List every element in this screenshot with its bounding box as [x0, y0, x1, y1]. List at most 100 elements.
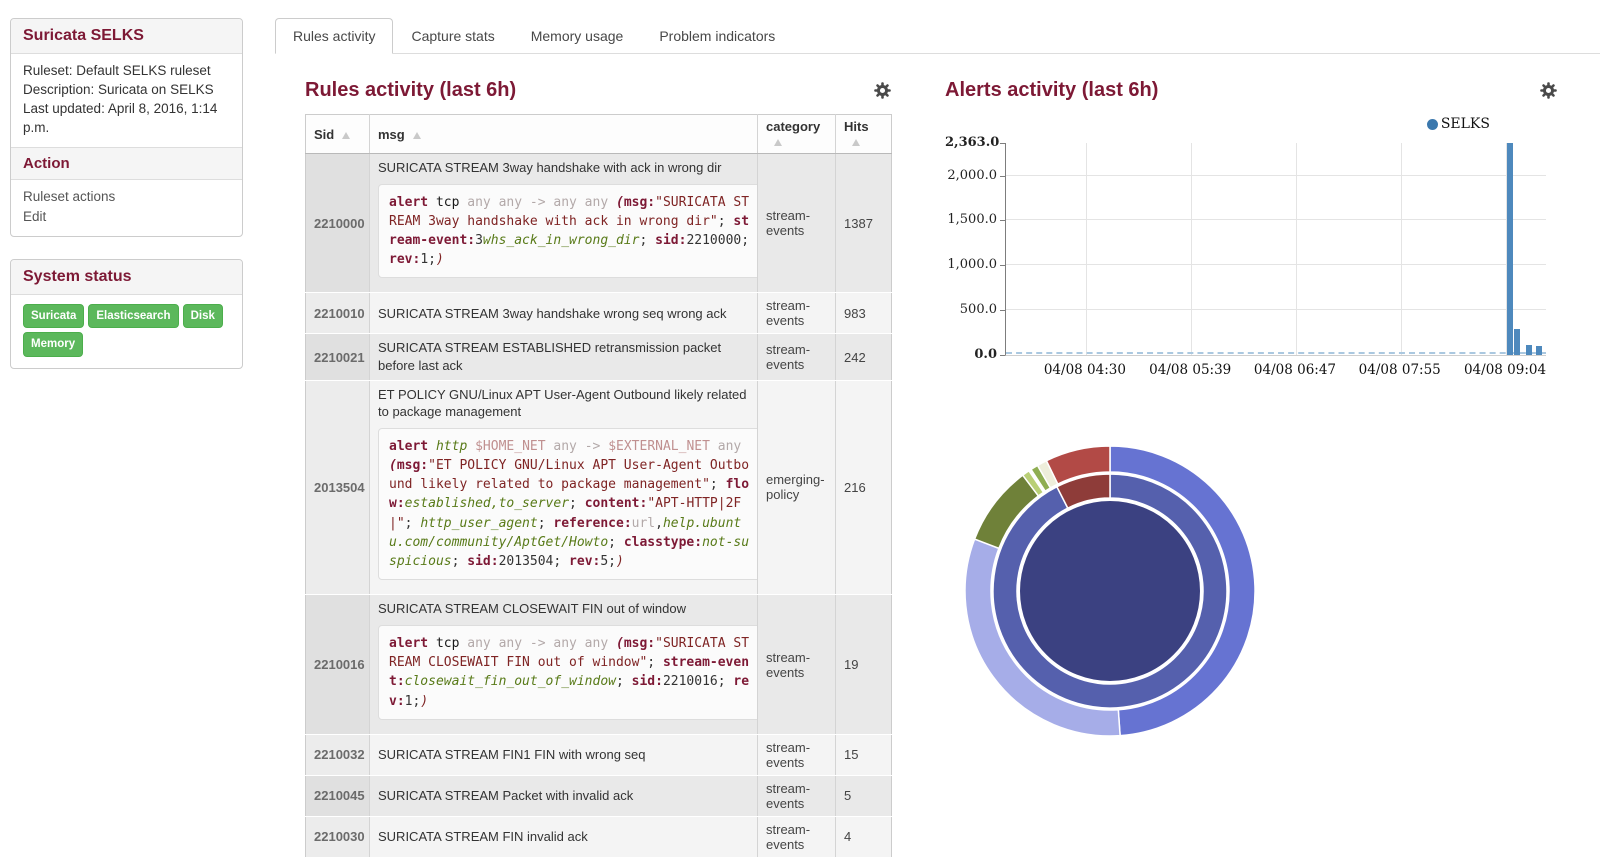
rule-code: alert http $HOME_NET any -> $EXTERNAL_NE… — [378, 428, 762, 581]
action-heading: Action — [11, 147, 242, 180]
rule-msg: ET POLICY GNU/Linux APT User-Agent Outbo… — [370, 380, 758, 595]
y-axis-tick — [1000, 176, 1005, 177]
gridline — [1086, 143, 1087, 355]
alert-bar — [1507, 143, 1513, 355]
alert-bar — [1526, 345, 1532, 355]
x-axis-tick-label: 04/08 04:30 — [1025, 362, 1145, 378]
sort-arrow-icon — [852, 139, 860, 146]
ruleset-line: Ruleset: Default SELKS ruleset — [23, 61, 230, 80]
column-header-category[interactable]: category — [758, 115, 836, 154]
rule-sid: 2210000 — [306, 154, 370, 293]
y-axis-tick-label: 0.0 — [945, 347, 997, 362]
rule-msg: SURICATA STREAM CLOSEWAIT FIN out of win… — [370, 595, 758, 734]
rule-hits: 15 — [836, 734, 892, 775]
rule-msg: SURICATA STREAM 3way handshake wrong seq… — [370, 293, 758, 334]
tab-bar: Rules activity Capture stats Memory usag… — [275, 18, 1600, 54]
gridline — [1401, 143, 1402, 355]
rule-msg: SURICATA STREAM FIN invalid ack — [370, 816, 758, 857]
alerts-settings-gear-icon[interactable] — [1540, 82, 1557, 99]
status-badge: Memory — [23, 332, 83, 356]
rule-title: SURICATA STREAM ESTABLISHED retransmissi… — [378, 339, 749, 374]
rule-sid: 2210045 — [306, 775, 370, 816]
rule-title: SURICATA STREAM Packet with invalid ack — [378, 787, 749, 805]
gridline — [1191, 143, 1192, 355]
gridline — [1006, 175, 1546, 176]
donut-center — [1019, 500, 1201, 682]
gridline — [1006, 264, 1546, 265]
table-row[interactable]: 2013504ET POLICY GNU/Linux APT User-Agen… — [306, 380, 892, 595]
column-header-sid[interactable]: Sid — [306, 115, 370, 154]
rule-category: stream-events — [758, 293, 836, 334]
alert-bar — [1514, 329, 1520, 355]
dashboard-content: Rules activity (last 6h) — [275, 79, 1600, 858]
sort-arrow-icon — [774, 139, 782, 146]
table-row[interactable]: 2210000SURICATA STREAM 3way handshake wi… — [306, 154, 892, 293]
rule-category: stream-events — [758, 595, 836, 734]
y-axis-tick-label: 2,000.0 — [945, 168, 997, 183]
tab-memory-usage[interactable]: Memory usage — [513, 18, 642, 54]
rule-category: stream-events — [758, 775, 836, 816]
rule-hits: 19 — [836, 595, 892, 734]
rule-category: stream-events — [758, 154, 836, 293]
column-header-hits[interactable]: Hits — [836, 115, 892, 154]
sidebar: Suricata SELKS Ruleset: Default SELKS ru… — [10, 18, 243, 858]
status-badge: Elasticsearch — [88, 304, 178, 328]
ruleset-info: Ruleset: Default SELKS ruleset Descripti… — [11, 54, 242, 147]
table-row[interactable]: 2210045 SURICATA STREAM Packet with inval… — [306, 775, 892, 816]
action-links: Ruleset actions Edit — [11, 180, 242, 237]
gridline — [1006, 309, 1546, 310]
column-header-msg[interactable]: msg — [370, 115, 758, 154]
y-axis-tick-label: 1,000.0 — [945, 257, 997, 272]
system-status-title: System status — [11, 260, 242, 295]
y-axis-tick-label: 1,500.0 — [945, 212, 997, 227]
rule-hits: 983 — [836, 293, 892, 334]
rule-code: alert tcp any any -> any any (msg:"SURIC… — [378, 625, 762, 720]
rules-table-header: Sid msg category Hits — [306, 115, 892, 154]
rule-msg: SURICATA STREAM ESTABLISHED retransmissi… — [370, 334, 758, 380]
alerts-activity-section: Alerts activity (last 6h) — [945, 79, 1557, 858]
rule-msg: SURICATA STREAM 3way handshake with ack … — [370, 154, 758, 293]
rule-msg: SURICATA STREAM FIN1 FIN with wrong seq — [370, 734, 758, 775]
table-row[interactable]: 2210032SURICATA STREAM FIN1 FIN with wro… — [306, 734, 892, 775]
y-axis-tick — [1000, 220, 1005, 221]
tab-rules-activity[interactable]: Rules activity — [275, 18, 393, 54]
rule-title: ET POLICY GNU/Linux APT User-Agent Outbo… — [378, 386, 749, 421]
table-row[interactable]: 2210016SURICATA STREAM CLOSEWAIT FIN out… — [306, 595, 892, 734]
edit-link[interactable]: Edit — [23, 207, 230, 227]
alerts-donut-chart — [955, 436, 1557, 751]
table-row[interactable]: 2210010 SURICATA STREAM 3way handshake wr… — [306, 293, 892, 334]
alerts-activity-heading: Alerts activity (last 6h) — [945, 79, 1158, 102]
rules-activity-section: Rules activity (last 6h) — [305, 79, 891, 858]
status-badge: Suricata — [23, 304, 84, 328]
x-axis-tick-label: 04/08 06:47 — [1235, 362, 1355, 378]
tab-capture-stats[interactable]: Capture stats — [393, 18, 512, 54]
rule-hits: 1387 — [836, 154, 892, 293]
rule-sid: 2210016 — [306, 595, 370, 734]
tab-problem-indicators[interactable]: Problem indicators — [641, 18, 793, 54]
system-status-panel: System status SuricataElasticsearchDiskM… — [10, 259, 243, 369]
ruleset-actions-link[interactable]: Ruleset actions — [23, 187, 230, 207]
table-row[interactable]: 2210030SURICATA STREAM FIN invalid ackst… — [306, 816, 892, 857]
rule-title: SURICATA STREAM 3way handshake wrong seq… — [378, 305, 749, 323]
last-updated-line: Last updated: April 8, 2016, 1:14 p.m. — [23, 99, 230, 137]
y-axis-tick — [1000, 355, 1005, 356]
rules-activity-heading: Rules activity (last 6h) — [305, 79, 516, 102]
near-zero-series-line — [1006, 352, 1546, 354]
rule-category: stream-events — [758, 334, 836, 380]
rules-table: Sid msg category Hits 2210000SURICATA ST… — [305, 114, 892, 858]
rule-hits: 5 — [836, 775, 892, 816]
table-row[interactable]: 2210021SURICATA STREAM ESTABLISHED retra… — [306, 334, 892, 380]
rule-category: stream-events — [758, 734, 836, 775]
x-axis-tick-label: 04/08 07:55 — [1340, 362, 1460, 378]
ruleset-panel-title: Suricata SELKS — [11, 19, 242, 54]
sort-arrow-icon — [342, 132, 350, 139]
rule-sid: 2210030 — [306, 816, 370, 857]
y-axis-tick-label: 2,363.0 — [945, 135, 997, 150]
rule-msg: SURICATA STREAM Packet with invalid ack — [370, 775, 758, 816]
rule-sid: 2210032 — [306, 734, 370, 775]
gridline — [1296, 143, 1297, 355]
rule-sid: 2210010 — [306, 293, 370, 334]
legend-label: SELKS — [1441, 116, 1490, 132]
rule-hits: 216 — [836, 380, 892, 595]
rules-settings-gear-icon[interactable] — [874, 82, 891, 99]
